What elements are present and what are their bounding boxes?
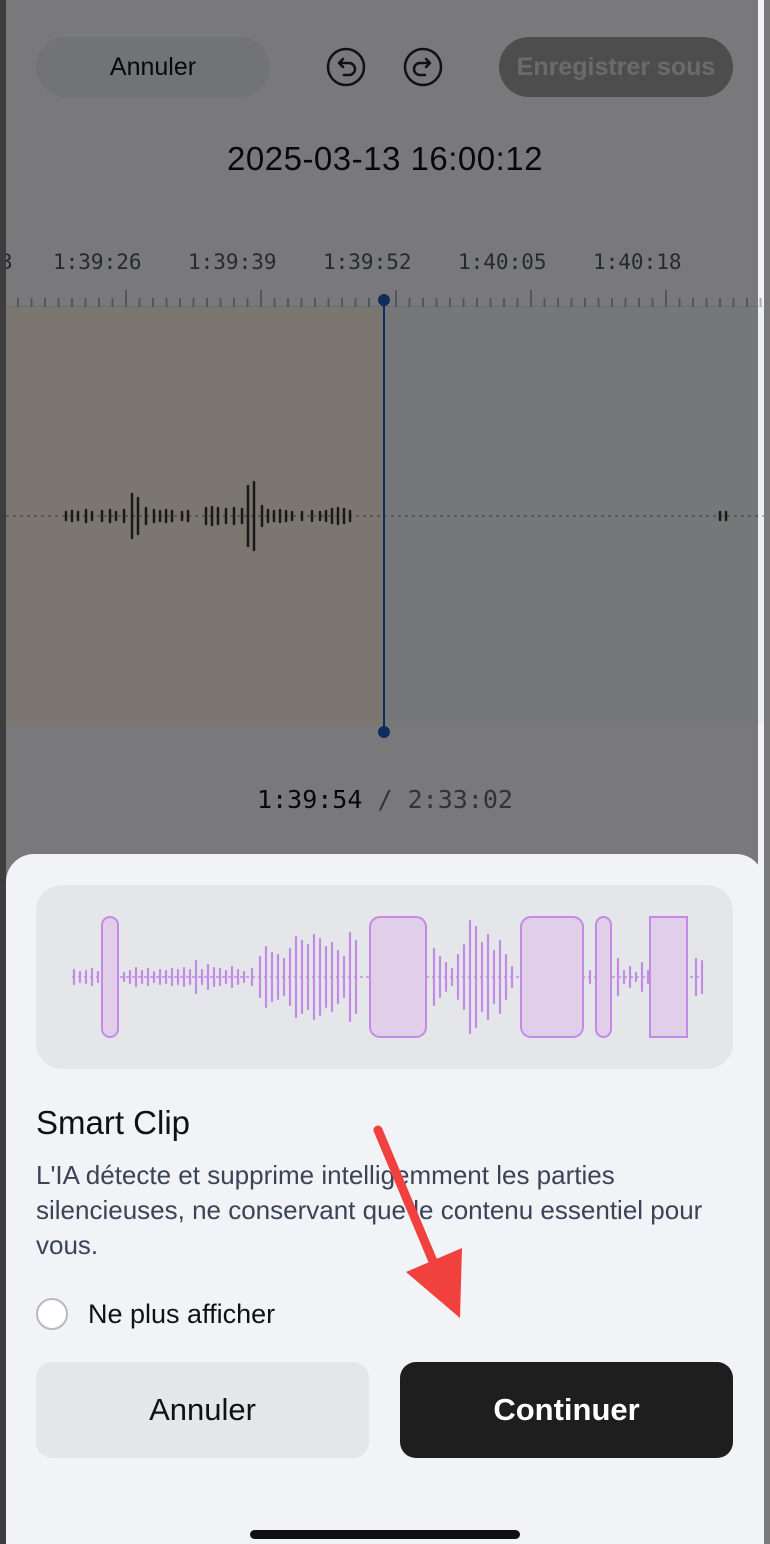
silent-clip-box — [369, 916, 427, 1038]
sheet-title: Smart Clip — [36, 1104, 191, 1141]
smart-clip-sheet: Smart Clip L'IA détecte et supprime inte… — [6, 854, 764, 1544]
dont-show-again-label: Ne plus afficher — [88, 1298, 276, 1329]
cancel-button[interactable]: Annuler — [36, 1362, 369, 1458]
silent-clip-box — [595, 916, 612, 1038]
smart-clip-preview — [36, 885, 733, 1069]
sheet-description: L'IA détecte et supprime intelligemment … — [36, 1160, 703, 1260]
silent-clip-box — [520, 916, 584, 1038]
dont-show-again-row[interactable]: Ne plus afficher — [36, 1294, 275, 1334]
continue-button[interactable]: Continuer — [400, 1362, 733, 1458]
silent-clip-box — [649, 916, 688, 1038]
home-indicator — [250, 1530, 520, 1539]
silent-clip-box — [101, 916, 119, 1038]
preview-waveform — [72, 916, 704, 1038]
dont-show-again-checkbox[interactable] — [36, 1298, 68, 1330]
